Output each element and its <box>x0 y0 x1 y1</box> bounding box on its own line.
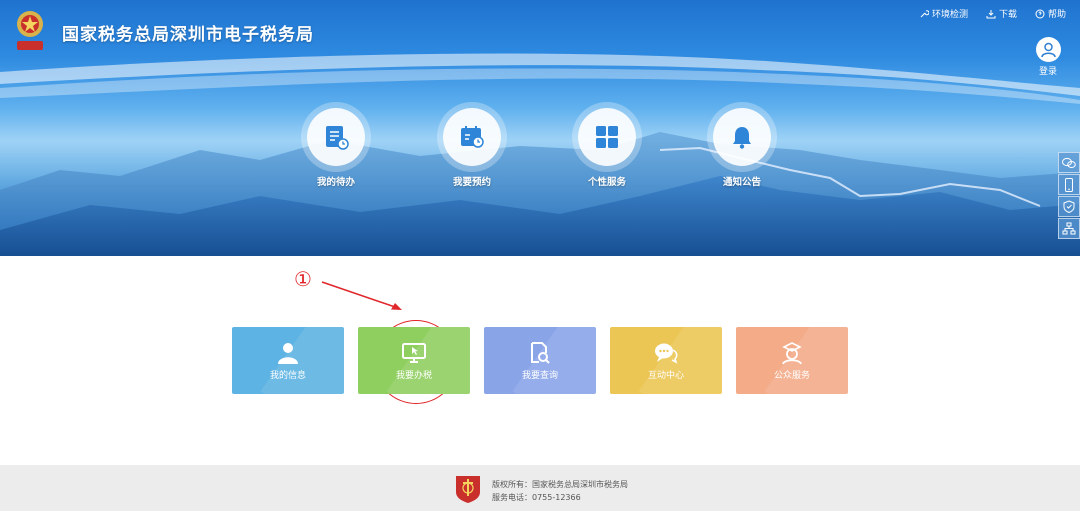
tile-public-service-label: 公众服务 <box>773 370 810 381</box>
wrench-icon <box>920 9 929 17</box>
bell-icon <box>713 108 771 166</box>
user-icon <box>275 341 301 365</box>
quick-link-todo[interactable]: 我的待办 <box>301 108 371 188</box>
login-button[interactable]: 登录 <box>1034 37 1062 77</box>
user-avatar-icon <box>1035 37 1061 62</box>
help-icon <box>1035 9 1045 18</box>
quick-link-todo-label: 我的待办 <box>316 177 355 188</box>
quick-link-notice[interactable]: 通知公告 <box>707 108 777 188</box>
help-link[interactable]: 帮助 <box>1035 7 1066 20</box>
tile-interaction-center[interactable]: 互动中心 <box>610 327 722 394</box>
download-link[interactable]: 下载 <box>986 7 1017 20</box>
tax-badge-icon <box>456 476 480 503</box>
chat-icon <box>653 341 679 365</box>
env-check-link[interactable]: 环境检测 <box>919 7 968 20</box>
quick-link-notice-label: 通知公告 <box>722 177 761 188</box>
wechat-icon[interactable] <box>1058 152 1080 173</box>
shield-icon[interactable] <box>1058 196 1080 217</box>
quick-link-appointment[interactable]: 我要预约 <box>437 108 507 188</box>
side-toolbar <box>1058 152 1080 240</box>
grid-icon <box>578 108 636 166</box>
top-links: 环境检测 下载 帮助 <box>919 7 1066 20</box>
annotation-arrow <box>321 281 402 310</box>
footer-phone: 服务电话：0755-12366 <box>492 493 581 502</box>
main-content: ① 我的信息 我要办税 我要查询 互动中心 公众服务 <box>0 256 1080 465</box>
login-label: 登录 <box>1038 67 1057 77</box>
site-title: 国家税务总局深圳市电子税务局 <box>62 25 314 45</box>
service-tiles: 我的信息 我要办税 我要查询 互动中心 公众服务 <box>232 327 848 394</box>
tile-public-service[interactable]: 公众服务 <box>736 327 848 394</box>
quick-link-personal-service-label: 个性服务 <box>587 177 626 188</box>
todo-icon <box>307 108 365 166</box>
tax-emblem-logo <box>17 11 43 50</box>
env-check-label: 环境检测 <box>931 10 968 20</box>
calendar-icon <box>443 108 501 166</box>
footer-info: 版权所有：国家税务总局深圳市税务局 服务电话：0755-12366 <box>492 478 628 504</box>
footer-copyright: 版权所有：国家税务总局深圳市税务局 <box>492 480 628 489</box>
search-doc-icon <box>527 341 553 365</box>
annotation-number: ① <box>294 267 312 291</box>
tile-handle-tax-label: 我要办税 <box>395 370 432 381</box>
tile-query-label: 我要查询 <box>521 370 558 381</box>
mobile-icon[interactable] <box>1058 174 1080 195</box>
header-banner: 国家税务总局深圳市电子税务局 环境检测 下载 帮助 登录 我的待办 我要预约 个… <box>0 0 1080 256</box>
help-label: 帮助 <box>1047 10 1066 20</box>
quick-link-appointment-label: 我要预约 <box>452 177 491 188</box>
quick-link-personal-service[interactable]: 个性服务 <box>572 108 642 188</box>
tile-query[interactable]: 我要查询 <box>484 327 596 394</box>
download-label: 下载 <box>998 10 1017 20</box>
tile-my-info[interactable]: 我的信息 <box>232 327 344 394</box>
download-icon <box>986 9 996 18</box>
footer: 版权所有：国家税务总局深圳市税务局 服务电话：0755-12366 <box>0 465 1080 511</box>
public-service-icon <box>779 341 805 365</box>
tile-interaction-center-label: 互动中心 <box>647 370 684 381</box>
network-icon[interactable] <box>1058 218 1080 239</box>
tile-my-info-label: 我的信息 <box>269 370 306 381</box>
monitor-icon <box>401 341 427 365</box>
tile-handle-tax[interactable]: 我要办税 <box>358 327 470 394</box>
